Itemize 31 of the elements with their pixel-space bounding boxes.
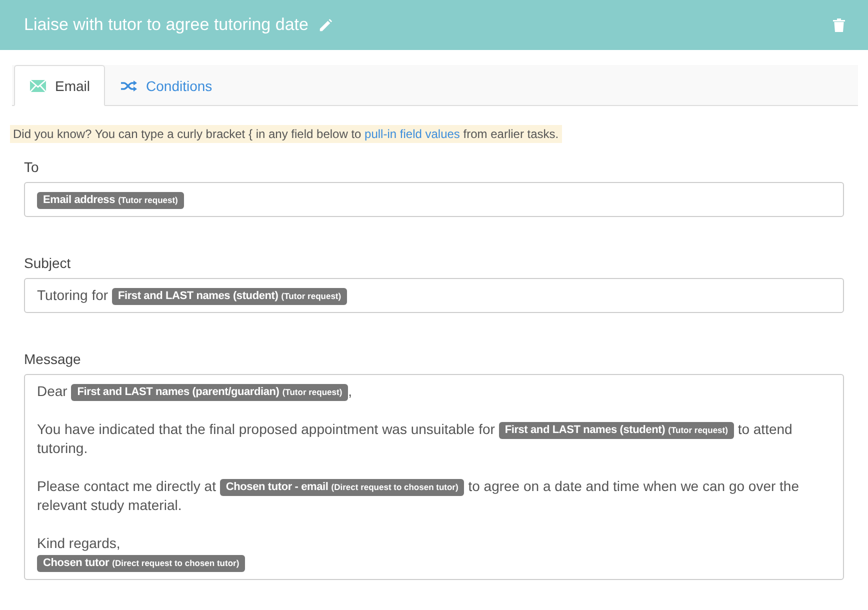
field-token[interactable]: Email address (Tutor request) [37,192,184,209]
tab[interactable]: Email [14,65,106,106]
field-text: Please contact me directly at [37,478,217,494]
field-text: to agree on a date and time when we can go over the [467,478,799,494]
field-token[interactable]: Chosen tutor - email (Direct request to chosen tutor) [220,479,464,496]
field-label: To [24,159,40,175]
pencil-icon[interactable] [318,18,334,32]
field-token[interactable]: First and LAST names (student) (Tutor request) [498,422,734,439]
tab[interactable]: Conditions [105,65,228,106]
field-token[interactable]: Chosen tutor (Direct request to chosen tutor) [37,555,246,572]
field-text: You have indicated that the final proposed appointment was unsuitable for [37,421,496,437]
input-field[interactable]: Tutoring for First and LAST names (student) (Tutor request) [24,278,844,313]
trash-icon[interactable] [833,18,845,32]
field-token[interactable]: First and LAST names (parent/guardian) (Tutor request) [71,384,348,401]
field-text: , [348,383,352,399]
pull-in-link[interactable]: pull-in field values [364,127,460,141]
envelope-icon [30,80,46,92]
field-text: Dear [37,383,68,399]
field-label: Message [24,351,82,367]
input-field[interactable] [24,374,844,580]
task-title: Liaise with tutor to agree tutoring date [24,15,308,35]
field-text: relevant study material. [37,497,182,513]
shuffle-icon [121,80,138,92]
field-text: tutoring. [37,440,88,456]
field-token[interactable]: First and LAST names (student) (Tutor request) [112,288,348,305]
tip-text: Did you know? You can type a curly bracket { in any field below to pull-in field values from earlier tasks. [10,125,562,143]
field-text: to attend [736,421,792,437]
input-field[interactable]: Email address (Tutor request) [24,182,844,217]
field-text: Tutoring for [37,287,110,303]
field-label: Subject [24,255,72,271]
field-text: Kind regards, [37,535,120,551]
